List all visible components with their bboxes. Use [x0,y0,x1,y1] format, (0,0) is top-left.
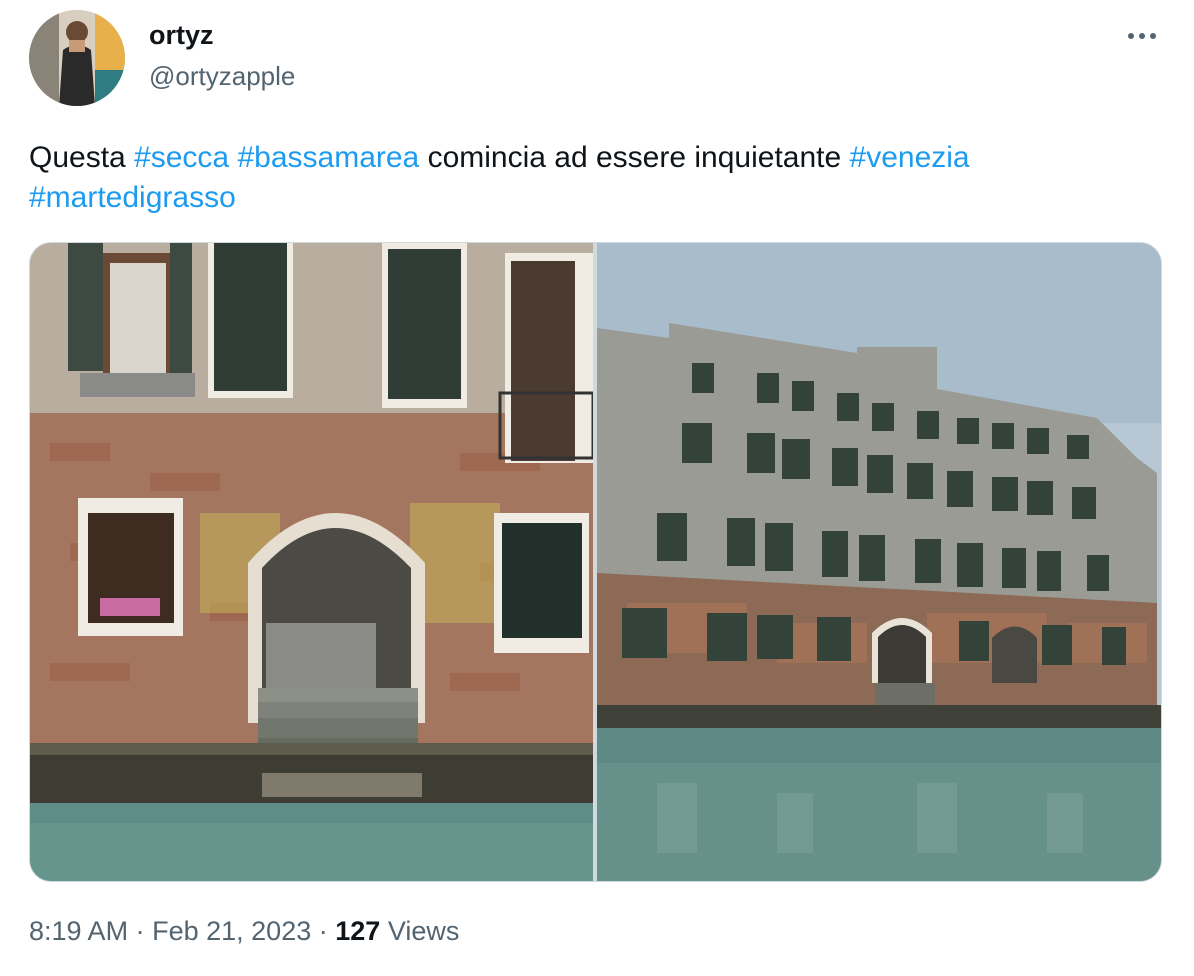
more-options-button[interactable] [1126,22,1158,50]
tweet-text-segment: Questa [29,141,135,174]
tweet-text-segment: comincia ad essere inquietante [419,141,850,174]
venetian-palazzo-canal-photo-icon [597,243,1161,881]
views-count: 127 [335,916,381,946]
venetian-archway-low-tide-photo-icon [30,243,593,881]
hashtag-link[interactable]: #venezia [850,141,970,174]
hashtag-link[interactable]: #bassamarea [237,141,419,174]
tweet-meta: 8:19 AM · Feb 21, 2023 · 127 Views [29,916,459,947]
tweet-media[interactable] [29,242,1162,882]
person-photo-avatar-icon [29,10,125,106]
photo-archway[interactable] [30,243,593,881]
author-name[interactable]: ortyz [149,20,214,51]
author-handle[interactable]: @ortyzapple [149,61,295,92]
views-label: Views [387,916,460,946]
photo-palazzo[interactable] [597,243,1161,881]
tweet-date[interactable]: Feb 21, 2023 [152,916,311,946]
tweet-text: Questa #secca #bassamarea comincia ad es… [29,138,1159,218]
meta-separator: · [135,916,145,946]
author-avatar[interactable] [29,10,125,106]
hashtag-link[interactable]: #secca [134,141,229,174]
meta-separator: · [318,916,328,946]
hashtag-link[interactable]: #martedigrasso [29,181,236,214]
more-dots-icon [1128,33,1156,39]
tweet-time[interactable]: 8:19 AM [29,916,128,946]
